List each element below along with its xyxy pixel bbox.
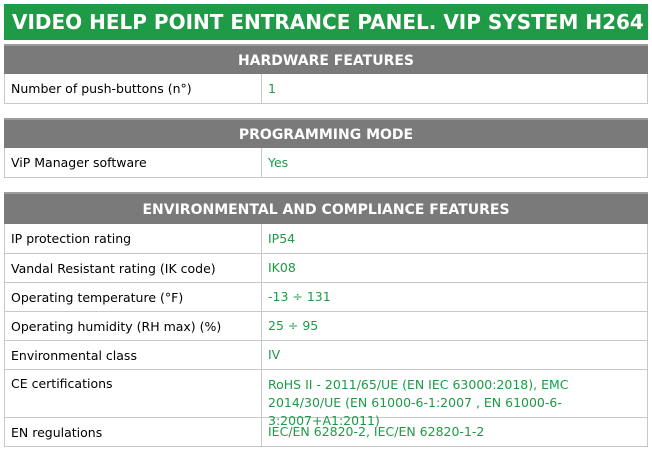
- row-value: 25 ÷ 95: [268, 318, 319, 333]
- row-label: IP protection rating: [5, 224, 262, 253]
- table-row: Operating humidity (RH max) (%) 25 ÷ 95: [4, 312, 648, 341]
- section-header: PROGRAMMING MODE: [4, 118, 648, 148]
- row-label: Operating temperature (°F): [5, 283, 262, 311]
- table-row: ViP Manager software Yes: [4, 148, 648, 178]
- section-environmental-compliance: ENVIRONMENTAL AND COMPLIANCE FEATURES IP…: [4, 192, 648, 447]
- row-label: CE certifications: [5, 370, 262, 417]
- row-label: ViP Manager software: [5, 148, 262, 177]
- row-value: IEC/EN 62820-2, IEC/EN 62820-1-2: [268, 424, 485, 439]
- row-value: RoHS II - 2011/65/UE (EN IEC 63000:2018)…: [268, 377, 569, 428]
- row-label: EN regulations: [5, 418, 262, 446]
- row-value: IP54: [268, 230, 296, 246]
- table-row: Vandal Resistant rating (IK code) IK08: [4, 254, 648, 283]
- row-label: Number of push-buttons (n°): [5, 74, 262, 103]
- table-row: Number of push-buttons (n°) 1: [4, 74, 648, 104]
- row-value: IK08: [268, 260, 296, 275]
- table-row: CE certifications RoHS II - 2011/65/UE (…: [4, 370, 648, 428]
- table-row: Environmental class IV: [4, 341, 648, 370]
- table-row: IP protection rating IP54: [4, 224, 648, 254]
- row-label: Operating humidity (RH max) (%): [5, 312, 262, 340]
- table-row: EN regulations IEC/EN 62820-2, IEC/EN 62…: [4, 418, 648, 447]
- row-value: IV: [268, 347, 281, 362]
- section-header: HARDWARE FEATURES: [4, 44, 648, 74]
- table-row: Operating temperature (°F) -13 ÷ 131: [4, 283, 648, 312]
- row-value: 1: [268, 80, 276, 96]
- row-value: -13 ÷ 131: [268, 289, 331, 304]
- section-hardware-features: HARDWARE FEATURES Number of push-buttons…: [4, 44, 648, 104]
- page-title: VIDEO HELP POINT ENTRANCE PANEL. VIP SYS…: [4, 4, 648, 40]
- section-programming-mode: PROGRAMMING MODE ViP Manager software Ye…: [4, 118, 648, 178]
- row-value: Yes: [268, 154, 289, 170]
- section-header: ENVIRONMENTAL AND COMPLIANCE FEATURES: [4, 192, 648, 224]
- row-label: Environmental class: [5, 341, 262, 369]
- row-label: Vandal Resistant rating (IK code): [5, 254, 262, 282]
